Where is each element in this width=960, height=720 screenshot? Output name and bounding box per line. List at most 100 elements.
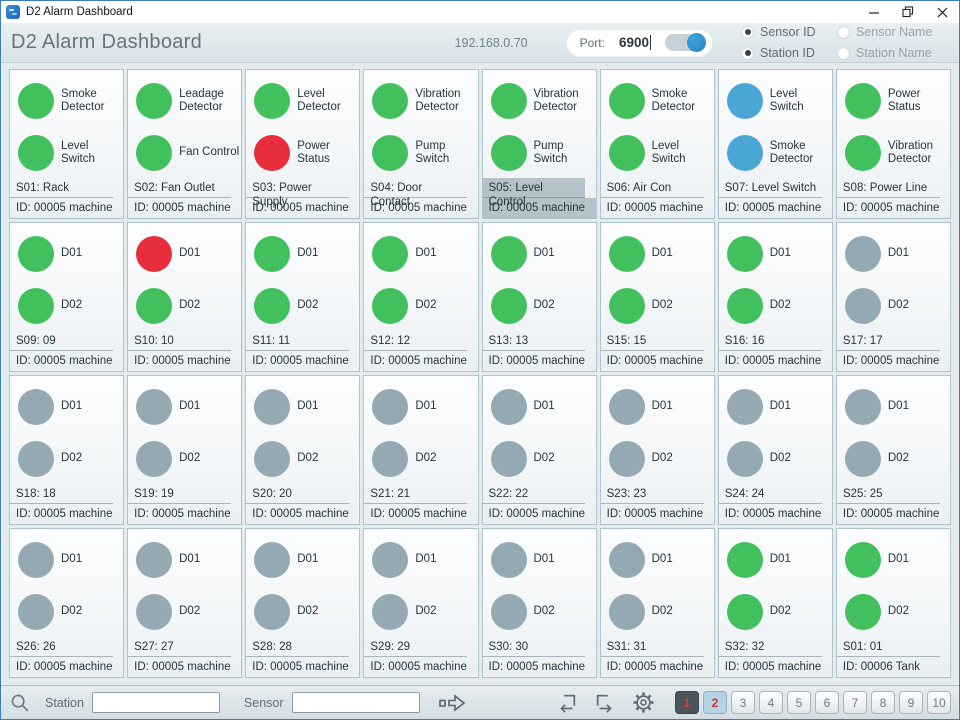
- close-button[interactable]: [925, 1, 959, 23]
- station-card[interactable]: D01D02S19: 19ID: 00005 machine: [127, 375, 242, 525]
- station-name: S21: 21: [364, 484, 467, 504]
- radio-station-id[interactable]: Station ID: [741, 44, 837, 62]
- station-id: ID: 00005 machine: [719, 504, 832, 524]
- station-card[interactable]: D01D02S17: 17ID: 00005 machine: [836, 222, 951, 372]
- radio-sensor-name[interactable]: Sensor Name: [837, 23, 949, 41]
- indicator-label: D02: [888, 605, 909, 619]
- indicator-row: D02: [10, 433, 123, 485]
- toolbar-icons: [556, 691, 655, 714]
- page-button-10[interactable]: 10: [927, 691, 951, 714]
- card-footer: S05: Level ControlID: 00005 machine: [483, 178, 596, 218]
- station-card[interactable]: D01D02S01: 01ID: 00006 Tank: [836, 528, 951, 678]
- status-light-gray: [254, 389, 290, 425]
- gear-icon[interactable]: [632, 691, 655, 714]
- indicator-row: D02: [364, 280, 477, 332]
- station-name: S11: 11: [246, 331, 349, 351]
- status-light-green: [254, 288, 290, 324]
- station-card[interactable]: D01D02S09: 09ID: 00005 machine: [9, 222, 124, 372]
- card-footer: S19: 19ID: 00005 machine: [128, 484, 241, 524]
- import-right-icon[interactable]: [594, 692, 616, 714]
- indicator-label: Vibration Detector: [415, 88, 477, 115]
- go-arrow-icon[interactable]: [438, 693, 468, 713]
- station-card[interactable]: D01D02S15: 15ID: 00005 machine: [600, 222, 715, 372]
- status-light-gray: [18, 542, 54, 578]
- page-button-6[interactable]: 6: [815, 691, 839, 714]
- status-light-gray: [136, 594, 172, 630]
- indicator-row: D02: [128, 586, 241, 638]
- station-card[interactable]: D01D02S32: 32ID: 00005 machine: [718, 528, 833, 678]
- indicator-row: D01: [10, 381, 123, 433]
- station-card[interactable]: D01D02S27: 27ID: 00005 machine: [127, 528, 242, 678]
- status-light-green: [845, 135, 881, 171]
- station-card[interactable]: D01D02S18: 18ID: 00005 machine: [9, 375, 124, 525]
- page-button-8[interactable]: 8: [871, 691, 895, 714]
- card-footer: S07: Level SwitchID: 00005 machine: [719, 178, 832, 218]
- port-input[interactable]: 6900: [619, 35, 651, 50]
- page-button-5[interactable]: 5: [787, 691, 811, 714]
- indicator-row: D01: [364, 534, 477, 586]
- card-footer: S24: 24ID: 00005 machine: [719, 484, 832, 524]
- station-card[interactable]: Vibration DetectorPump SwitchS05: Level …: [482, 69, 597, 219]
- station-card[interactable]: Smoke DetectorLevel SwitchS01: RackID: 0…: [9, 69, 124, 219]
- station-id: ID: 00005 machine: [601, 504, 714, 524]
- radio-sensor-id[interactable]: Sensor ID: [741, 23, 837, 41]
- station-card[interactable]: Leadage DetectorFan ControlS02: Fan Outl…: [127, 69, 242, 219]
- indicator-label: D02: [297, 299, 318, 313]
- station-card[interactable]: Power StatusVibration DetectorS08: Power…: [836, 69, 951, 219]
- status-light-green: [254, 83, 290, 119]
- station-card[interactable]: D01D02S29: 29ID: 00005 machine: [363, 528, 478, 678]
- station-search-input[interactable]: [92, 692, 220, 713]
- card-footer: S09: 09ID: 00005 machine: [10, 331, 123, 371]
- station-card[interactable]: Vibration DetectorPump SwitchS04: Door C…: [363, 69, 478, 219]
- station-id: ID: 00005 machine: [719, 198, 832, 218]
- status-light-gray: [18, 441, 54, 477]
- station-card[interactable]: D01D02S12: 12ID: 00005 machine: [363, 222, 478, 372]
- station-card[interactable]: D01D02S24: 24ID: 00005 machine: [718, 375, 833, 525]
- station-card[interactable]: D01D02S28: 28ID: 00005 machine: [245, 528, 360, 678]
- station-card[interactable]: D01D02S25: 25ID: 00005 machine: [836, 375, 951, 525]
- station-card[interactable]: D01D02S16: 16ID: 00005 machine: [718, 222, 833, 372]
- station-card[interactable]: D01D02S31: 31ID: 00005 machine: [600, 528, 715, 678]
- page-button-1[interactable]: 1: [675, 691, 699, 714]
- station-card[interactable]: D01D02S23: 23ID: 00005 machine: [600, 375, 715, 525]
- status-light-gray: [845, 441, 881, 477]
- page-button-4[interactable]: 4: [759, 691, 783, 714]
- card-footer: S10: 10ID: 00005 machine: [128, 331, 241, 371]
- restore-button[interactable]: [891, 1, 925, 23]
- status-light-green: [727, 288, 763, 324]
- station-id: ID: 00005 machine: [246, 657, 359, 677]
- station-card[interactable]: Level SwitchSmoke DetectorS07: Level Swi…: [718, 69, 833, 219]
- station-card[interactable]: D01D02S26: 26ID: 00005 machine: [9, 528, 124, 678]
- station-id: ID: 00005 machine: [128, 198, 241, 218]
- indicator-row: D01: [719, 534, 832, 586]
- status-light-gray: [18, 389, 54, 425]
- station-card[interactable]: D01D02S13: 13ID: 00005 machine: [482, 222, 597, 372]
- station-card[interactable]: D01D02S10: 10ID: 00005 machine: [127, 222, 242, 372]
- display-mode-radios: Sensor IDSensor NameStation IDStation Na…: [741, 23, 949, 62]
- export-left-icon[interactable]: [556, 692, 578, 714]
- connection-toggle[interactable]: [665, 34, 705, 51]
- station-card[interactable]: D01D02S22: 22ID: 00005 machine: [482, 375, 597, 525]
- minimize-button[interactable]: [857, 1, 891, 23]
- card-footer: S16: 16ID: 00005 machine: [719, 331, 832, 371]
- card-footer: S20: 20ID: 00005 machine: [246, 484, 359, 524]
- station-card[interactable]: D01D02S30: 30ID: 00005 machine: [482, 528, 597, 678]
- station-card[interactable]: D01D02S20: 20ID: 00005 machine: [245, 375, 360, 525]
- sensor-search-input[interactable]: [292, 692, 420, 713]
- indicator-row: D02: [601, 433, 714, 485]
- port-label: Port:: [580, 36, 605, 50]
- station-card[interactable]: Smoke DetectorLevel SwitchS06: Air ConID…: [600, 69, 715, 219]
- indicator-row: D02: [483, 433, 596, 485]
- page-button-2[interactable]: 2: [703, 691, 727, 714]
- search-icon: [9, 692, 31, 714]
- page-button-7[interactable]: 7: [843, 691, 867, 714]
- page-button-9[interactable]: 9: [899, 691, 923, 714]
- station-card[interactable]: Level DetectorPower StatusS03: Power Sup…: [245, 69, 360, 219]
- page-button-3[interactable]: 3: [731, 691, 755, 714]
- status-light-green: [491, 83, 527, 119]
- indicator-label: Pump Switch: [534, 140, 596, 167]
- station-card[interactable]: D01D02S11: 11ID: 00005 machine: [245, 222, 360, 372]
- radio-station-name[interactable]: Station Name: [837, 44, 949, 62]
- radio-circle: [741, 47, 754, 60]
- station-card[interactable]: D01D02S21: 21ID: 00005 machine: [363, 375, 478, 525]
